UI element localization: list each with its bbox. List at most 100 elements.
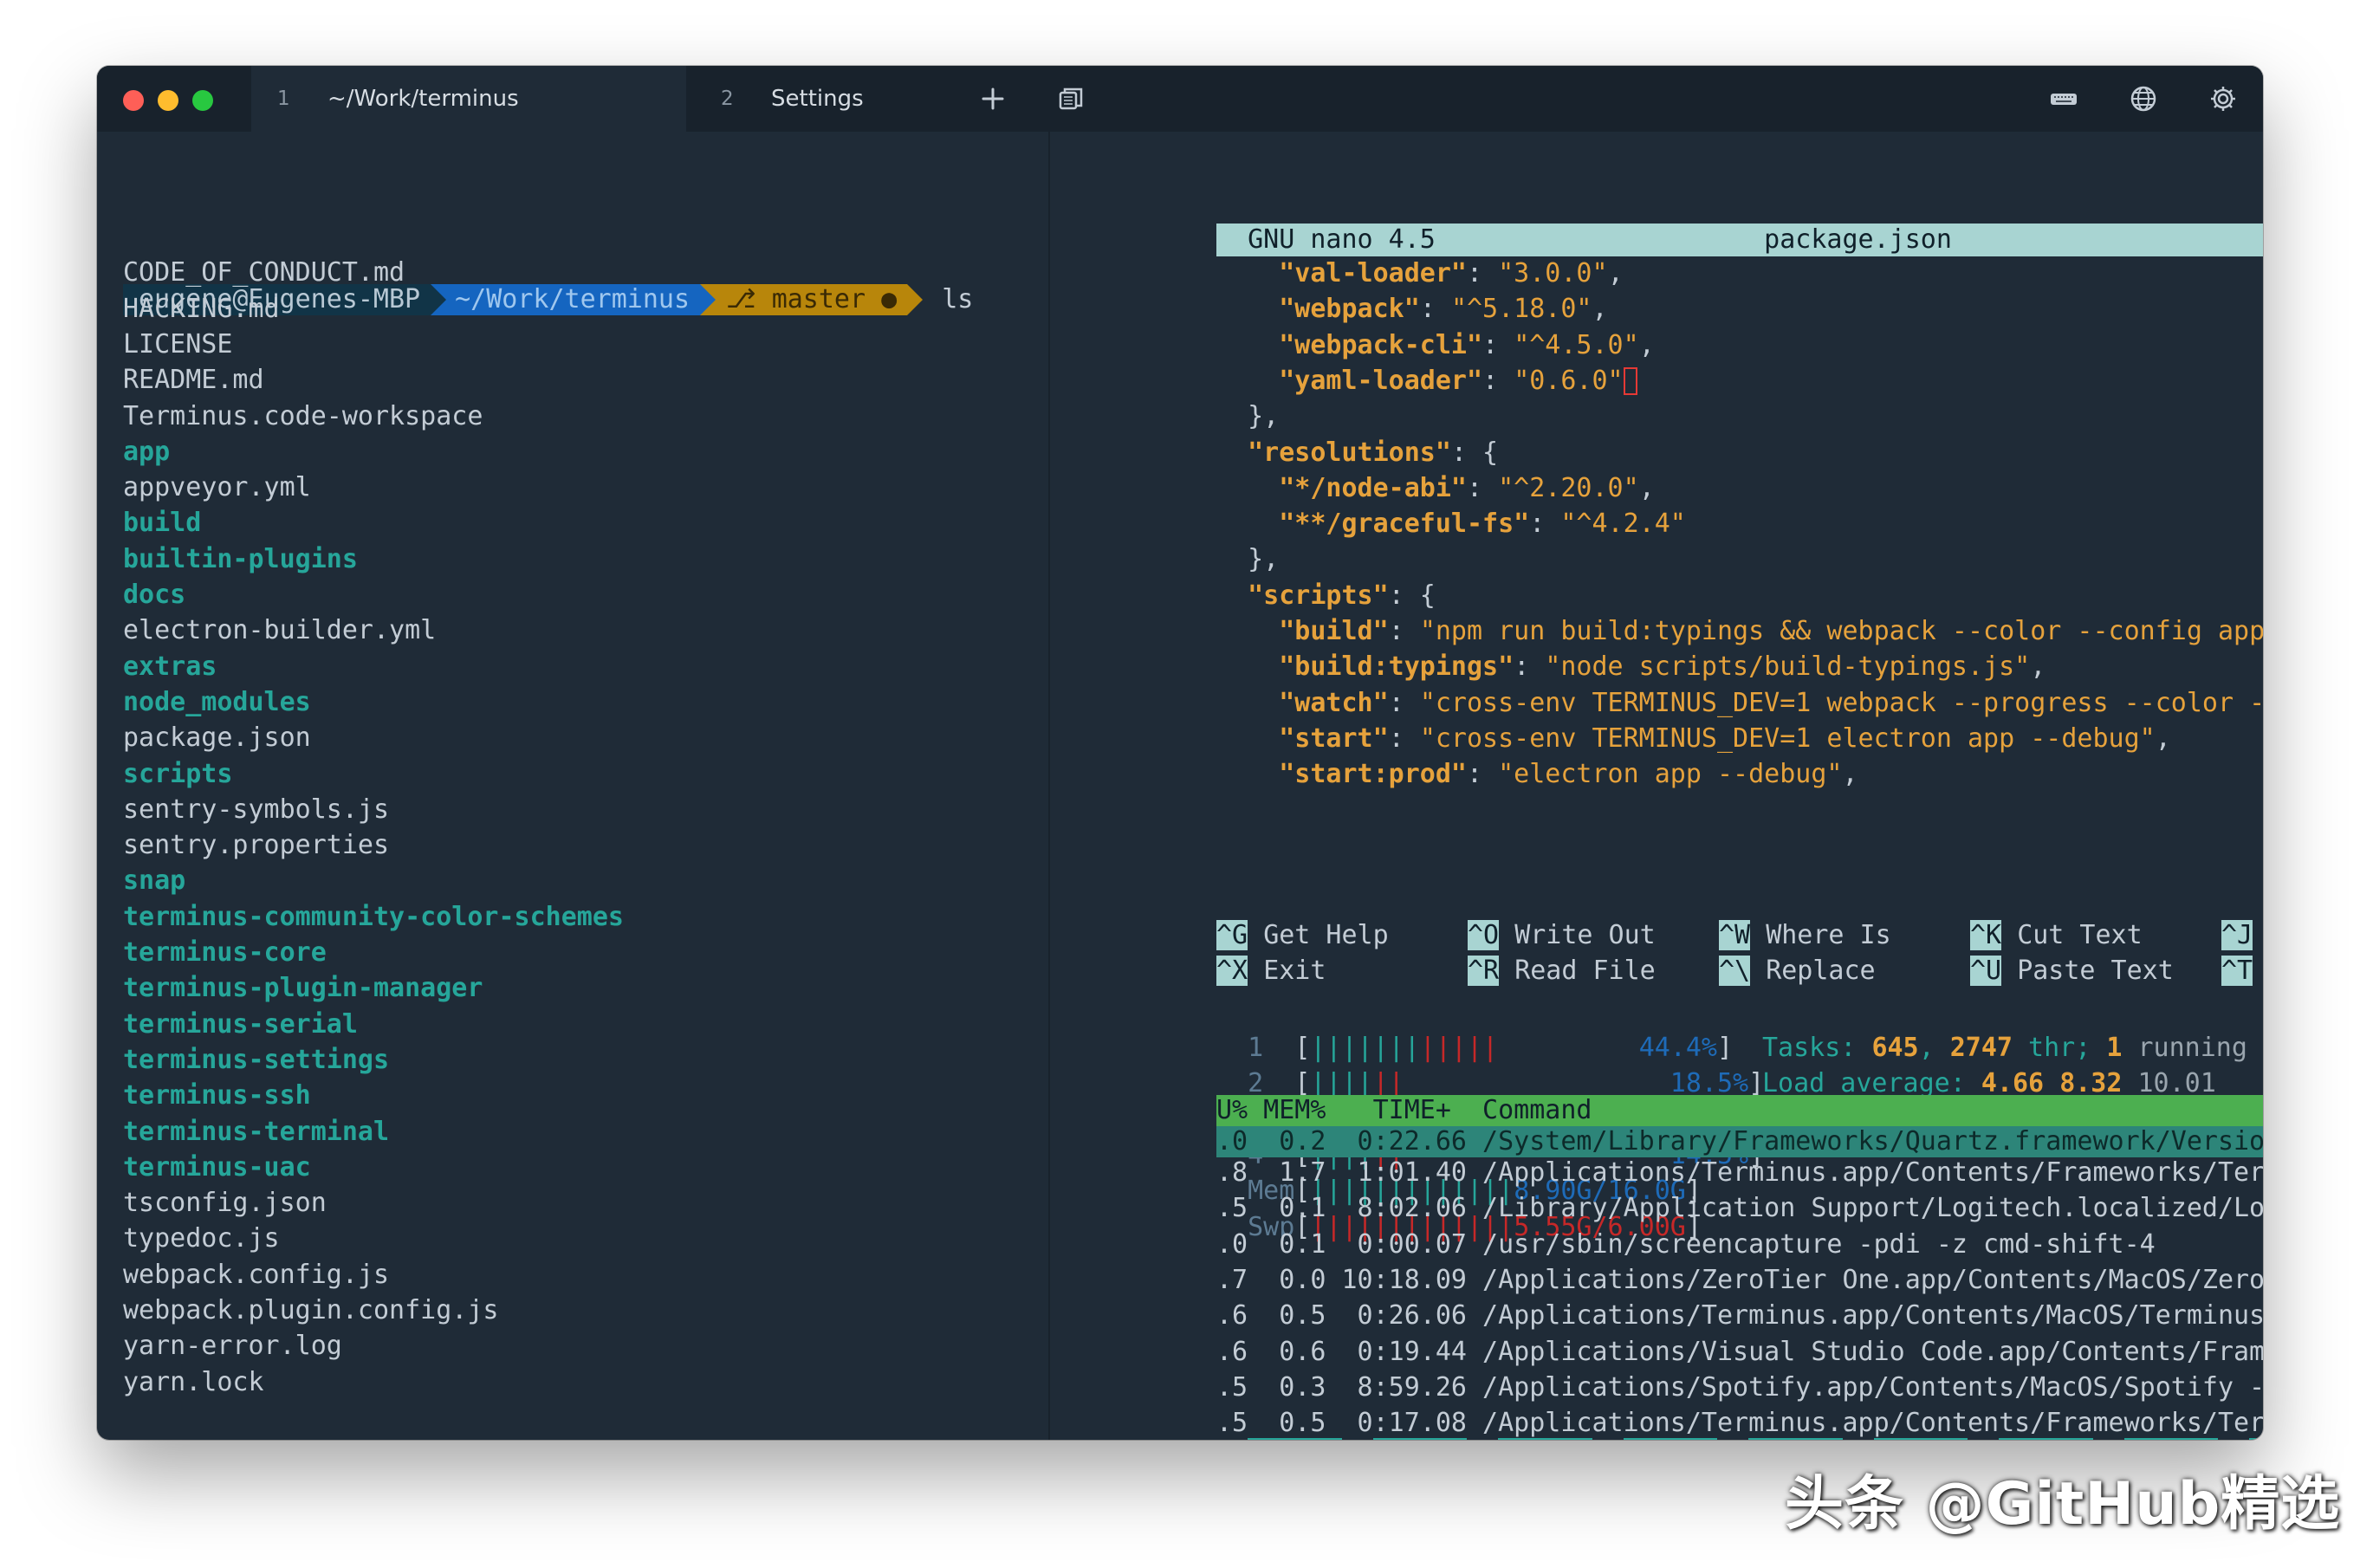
tab-settings[interactable]: 2 Settings	[695, 66, 1024, 132]
fkey-f8[interactable]: F8Nice +	[2093, 1438, 2218, 1440]
title-bar: 1 ~/Work/terminus 2 Settings	[97, 66, 2263, 132]
running-count: 1	[2106, 1033, 2123, 1063]
gear-icon[interactable]	[2208, 83, 2239, 114]
minimize-window-button[interactable]	[158, 90, 178, 111]
nano-shortcut[interactable]: ^T To Spell	[2221, 956, 2263, 987]
keyboard-icon[interactable]	[2048, 83, 2079, 114]
process-row[interactable]: .6 0.6 0:19.44 /Applications/Visual Stud…	[1216, 1337, 2263, 1368]
process-row[interactable]: .8 1.7 1:01.40 /Applications/Terminus.ap…	[1216, 1157, 2263, 1189]
fkey-number: F4	[1592, 1438, 1624, 1440]
json-punct	[1216, 723, 1279, 754]
tab-number: 1	[277, 87, 290, 110]
tasks-info: Tasks: 645, 2747 thr; 1 running	[1762, 1033, 2247, 1064]
json-punct	[1216, 437, 1248, 468]
nano-shortcut[interactable]: ^K Cut Text	[1970, 920, 2143, 951]
directory-entry: terminus-terminal	[123, 1116, 390, 1147]
tab-label: ~/Work/terminus	[327, 86, 519, 112]
nano-line: "start": "cross-env TERMINUS_DEV=1 elect…	[1216, 723, 2171, 755]
process-table-header[interactable]: U% MEM% TIME+ Command	[1216, 1095, 2263, 1126]
process-row[interactable]: .7 0.0 10:18.09 /Applications/ZeroTier O…	[1216, 1265, 2263, 1296]
zoom-window-button[interactable]	[192, 90, 213, 111]
fkey-f1[interactable]: F1Help	[1216, 1438, 1342, 1440]
json-punct: },	[1216, 401, 1280, 432]
shortcut-label: Get Help	[1263, 920, 1389, 950]
directory-entry: terminus-ssh	[123, 1080, 311, 1111]
directory-entry: terminus-uac	[123, 1151, 311, 1182]
file-entry: Terminus.code-workspace	[123, 400, 483, 431]
json-punct	[1216, 258, 1279, 288]
json-key: "*/node-abi"	[1279, 472, 1467, 503]
fkey-number: F8	[2093, 1438, 2124, 1440]
globe-icon[interactable]	[2128, 83, 2159, 114]
window-icon[interactable]	[1055, 83, 1086, 114]
nano-shortcut[interactable]: ^R Read File	[1468, 956, 1656, 987]
nano-shortcut[interactable]: ^X Exit	[1216, 956, 1326, 987]
right-terminal-pane[interactable]: GNU nano 4.5 package.json "val-loader": …	[1048, 132, 2263, 1440]
fkey-f6[interactable]: F6SortBy	[1843, 1438, 1968, 1440]
file-entry: package.json	[123, 722, 311, 754]
json-value: "3.0.0"	[1498, 258, 1608, 288]
json-key: "webpack-cli"	[1279, 329, 1483, 360]
left-terminal-pane[interactable]: eugene@Eugenes-MBP ~/Work/terminus ⎇ mas…	[97, 132, 1048, 1440]
json-punct	[1216, 294, 1279, 324]
shortcut-key: ^X	[1216, 956, 1248, 987]
process-row[interactable]: .5 0.3 8:59.26 /Applications/Spotify.app…	[1216, 1372, 2263, 1403]
nano-shortcut[interactable]: ^U Paste Text	[1970, 956, 2174, 987]
json-value: "^5.18.0"	[1450, 294, 1592, 325]
nano-shortcut[interactable]: ^W Where Is	[1719, 920, 1891, 951]
json-value: "electron app --debug"	[1498, 759, 1843, 790]
json-punct: :	[1482, 329, 1514, 360]
process-row[interactable]: .6 0.5 0:26.06 /Applications/Terminus.ap…	[1216, 1300, 2263, 1332]
json-key: "build:typings"	[1279, 651, 1514, 683]
fkey-f2[interactable]: F2Setup	[1342, 1438, 1467, 1440]
fkey-f3[interactable]: F3Search	[1467, 1438, 1592, 1440]
tab-terminus[interactable]: 1 ~/Work/terminus	[251, 66, 686, 132]
json-key: "scripts"	[1248, 580, 1389, 611]
nano-line: },	[1216, 401, 1279, 432]
nano-shortcut[interactable]: ^O Write Out	[1468, 920, 1656, 951]
nano-shortcut[interactable]: ^J Justify	[2221, 920, 2263, 951]
nano-shortcut[interactable]: ^G Get Help	[1216, 920, 1389, 951]
plus-icon[interactable]	[977, 83, 1008, 114]
shortcut-key: ^W	[1719, 920, 1751, 950]
process-row[interactable]: .5 0.5 0:17.08 /Applications/Terminus.ap…	[1216, 1408, 2263, 1439]
sep: ,	[1918, 1033, 1950, 1063]
typed-command: ls	[942, 284, 974, 314]
nano-shortcut[interactable]: ^\ Replace	[1719, 956, 1876, 987]
thr-label: thr;	[2013, 1033, 2107, 1063]
tab-label: Settings	[771, 86, 864, 112]
json-key: "start:prod"	[1279, 759, 1467, 790]
json-punct: ,	[2030, 651, 2046, 683]
nano-line: "watch": "cross-env TERMINUS_DEV=1 webpa…	[1216, 688, 2263, 719]
process-row[interactable]: .5 0.1 8:02.06 /Library/Application Supp…	[1216, 1193, 2263, 1224]
file-entry: electron-builder.yml	[123, 615, 437, 646]
shortcut-label: Read File	[1514, 956, 1656, 987]
json-punct: :	[1467, 759, 1499, 790]
nano-line: "scripts": {	[1216, 580, 1436, 612]
shortcut-key: ^T	[2221, 956, 2253, 987]
process-row[interactable]: .0 0.1 0:00.07 /usr/sbin/screencapture -…	[1216, 1229, 2156, 1260]
fkey-f7[interactable]: F7Nice -	[1968, 1438, 2093, 1440]
json-value: "0.6.0"	[1514, 365, 1624, 396]
directory-entry: scripts	[123, 758, 233, 789]
process-row-selected[interactable]: .0 0.2 0:22.66 /System/Library/Framework…	[1216, 1126, 2263, 1157]
terminal-window: 1 ~/Work/terminus 2 Settings eugene@Euge…	[97, 66, 2263, 1440]
nano-line: "*/node-abi": "^2.20.0",	[1216, 473, 1655, 504]
json-punct: ,	[1638, 329, 1655, 360]
json-punct	[1216, 759, 1279, 789]
json-punct	[1216, 616, 1279, 646]
json-value: "^4.2.4"	[1560, 509, 1686, 540]
fkey-f5[interactable]: F5Tree	[1717, 1438, 1843, 1440]
file-entry: appveyor.yml	[123, 472, 311, 503]
nano-line: "resolutions": {	[1216, 437, 1498, 469]
fkey-label: Help	[1248, 1438, 1342, 1440]
json-punct	[1216, 651, 1279, 682]
close-window-button[interactable]	[123, 90, 144, 111]
json-punct: :	[1419, 294, 1451, 325]
file-entry: CODE_OF_CONDUCT.md	[123, 257, 405, 288]
json-punct: :	[1388, 687, 1420, 718]
fkey-f4[interactable]: F4Filter	[1592, 1438, 1717, 1440]
nano-line: "yaml-loader": "0.6.0"	[1216, 366, 1637, 397]
fkey-f9[interactable]: F9Kill	[2218, 1438, 2263, 1440]
shortcut-key: ^O	[1468, 920, 1500, 950]
